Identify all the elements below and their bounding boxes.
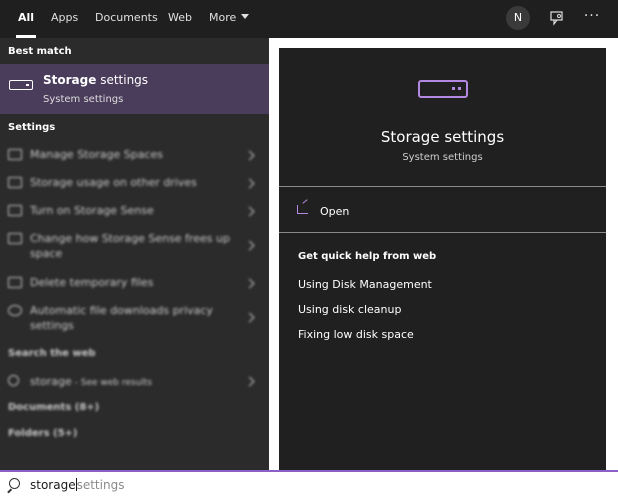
search-autocomplete: settings xyxy=(76,478,125,492)
chevron-right-icon xyxy=(244,178,255,189)
list-item[interactable]: Storage usage on other drives xyxy=(0,172,269,194)
drive-icon xyxy=(9,80,33,90)
list-item[interactable]: Automatic file downloads privacy setting… xyxy=(0,300,269,336)
tab-web[interactable]: Web xyxy=(168,0,192,38)
help-link-disk-cleanup[interactable]: Using disk cleanup xyxy=(298,303,401,316)
feedback-icon[interactable] xyxy=(549,10,565,26)
best-match-title-bold: Storage xyxy=(43,73,97,87)
list-item[interactable]: Delete temporary files xyxy=(0,272,269,294)
chevron-right-icon xyxy=(244,240,255,251)
chevron-down-icon xyxy=(241,13,250,19)
detail-pane: Storage settings System settings Open Ge… xyxy=(279,48,606,470)
chevron-right-icon xyxy=(244,150,255,161)
tab-more[interactable]: More xyxy=(209,0,250,38)
settings-heading: Settings xyxy=(8,122,56,133)
detail-subtitle: System settings xyxy=(402,152,483,163)
open-icon xyxy=(297,205,308,214)
open-button[interactable]: Open xyxy=(297,202,417,220)
settings-icon xyxy=(8,149,22,160)
cloud-icon xyxy=(8,305,22,316)
chevron-right-icon xyxy=(244,376,255,387)
list-item[interactable]: Turn on Storage Sense xyxy=(0,200,269,222)
web-query: storage xyxy=(30,375,72,388)
tab-apps[interactable]: Apps xyxy=(51,0,78,38)
tab-all[interactable]: All xyxy=(15,0,37,38)
search-web-heading: Search the web xyxy=(8,348,96,359)
documents-heading[interactable]: Documents (8+) xyxy=(8,402,99,413)
help-link-low-disk-space[interactable]: Fixing low disk space xyxy=(298,328,414,341)
more-options-button[interactable]: ··· xyxy=(583,6,601,26)
best-match-heading: Best match xyxy=(8,46,72,57)
open-label: Open xyxy=(320,205,350,218)
list-item-label: Manage Storage Spaces xyxy=(30,148,163,161)
best-match-title: Storage settings xyxy=(43,73,148,87)
account-avatar[interactable]: N xyxy=(506,6,530,30)
drive-icon xyxy=(8,205,22,216)
web-search-item[interactable]: storage - See web results xyxy=(0,372,269,392)
drive-icon xyxy=(418,80,468,98)
list-item[interactable]: Change how Storage Sense frees up space xyxy=(0,228,269,264)
folders-heading[interactable]: Folders (5+) xyxy=(8,428,78,439)
drive-icon xyxy=(8,233,22,244)
chevron-right-icon xyxy=(244,312,255,323)
search-icon xyxy=(9,478,20,489)
list-item[interactable]: Manage Storage Spaces xyxy=(0,144,269,166)
search-typed-text: storage xyxy=(30,478,76,492)
best-match-subtitle: System settings xyxy=(43,94,124,105)
list-item-label: Change how Storage Sense frees up space xyxy=(30,232,230,260)
list-item-label: Automatic file downloads privacy setting… xyxy=(30,304,213,332)
tab-more-label: More xyxy=(209,11,237,24)
help-link-disk-management[interactable]: Using Disk Management xyxy=(298,278,432,291)
best-match-title-rest: settings xyxy=(96,73,149,87)
search-filter-bar: All Apps Documents Web More N ··· xyxy=(0,0,618,38)
list-item-label: Storage usage on other drives xyxy=(30,176,197,189)
drive-icon xyxy=(8,277,22,288)
drive-icon xyxy=(8,177,22,188)
results-list: Best match Storage settings System setti… xyxy=(0,38,269,470)
chevron-right-icon xyxy=(244,206,255,217)
divider xyxy=(279,186,606,187)
best-match-item[interactable]: Storage settings System settings xyxy=(0,64,269,114)
web-suffix: - See web results xyxy=(71,378,153,388)
search-icon xyxy=(8,375,19,386)
detail-title: Storage settings xyxy=(380,128,505,146)
divider xyxy=(279,232,606,233)
web-search-label: storage - See web results xyxy=(30,374,230,391)
list-item-label: Delete temporary files xyxy=(30,276,154,289)
search-input[interactable]: storagesettings xyxy=(30,478,124,492)
chevron-right-icon xyxy=(244,278,255,289)
search-box[interactable]: storagesettings xyxy=(0,470,618,500)
list-item-label: Turn on Storage Sense xyxy=(30,204,154,217)
tab-documents[interactable]: Documents xyxy=(95,0,158,38)
help-heading: Get quick help from web xyxy=(298,251,437,262)
